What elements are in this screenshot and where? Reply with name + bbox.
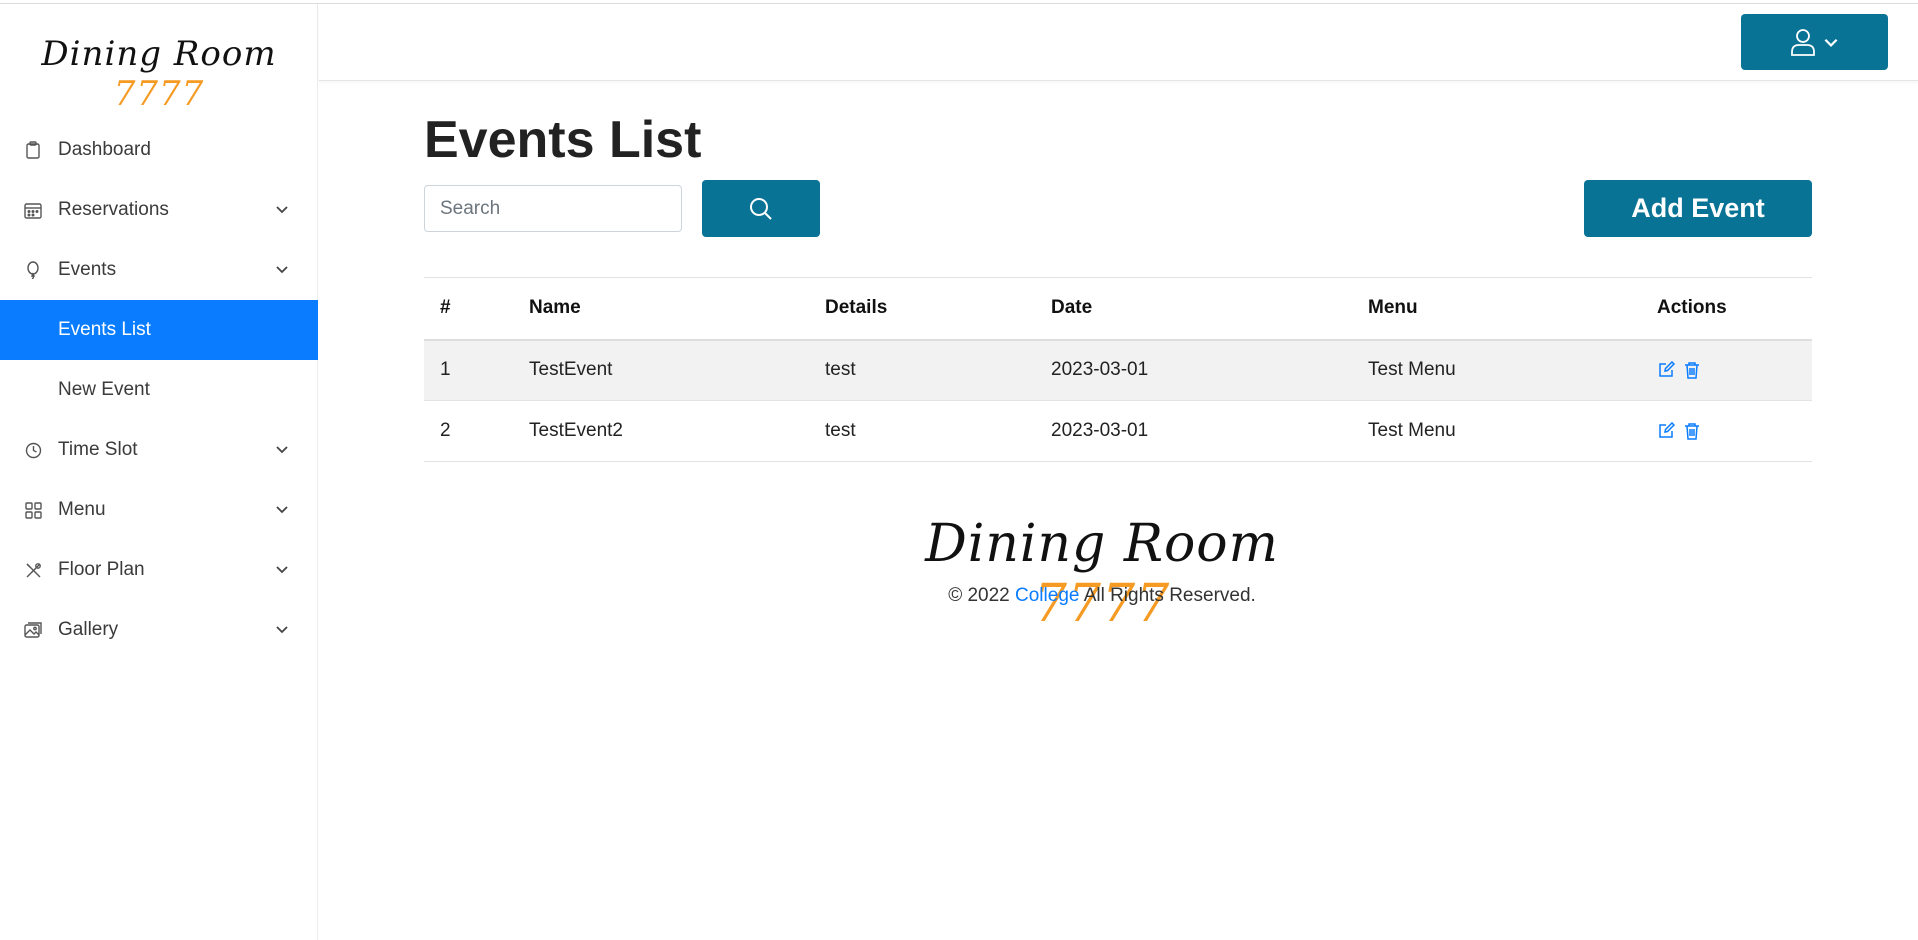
table-row: 2 TestEvent2 test 2023-03-01 Test Menu [424,400,1812,462]
edit-icon[interactable] [1657,361,1675,379]
sidebar-item-label: Menu [58,499,106,520]
sidebar-item-events-list[interactable]: Events List [0,300,318,360]
chevron-down-icon [276,506,288,514]
footer-brand-name: Dining Room [925,514,1279,574]
column-header: Name [529,277,825,341]
sidebar-nav: Dashboard Reservations Events Events Lis… [0,120,318,660]
cell-details: test [825,400,1051,462]
user-icon [1790,29,1815,56]
sidebar-item-events[interactable]: Events [0,240,318,300]
brand-name: Dining Room [41,34,277,74]
cell-num: 2 [424,400,529,462]
sidebar-item-label: Dashboard [58,139,151,160]
copyright-suffix: All Rights Reserved. [1083,585,1256,606]
events-table: # Name Details Date Menu Actions 1 TestE… [424,277,1812,462]
chevron-down-icon [1824,38,1837,47]
add-event-button[interactable]: Add Event [1584,180,1812,237]
clipboard-icon [24,141,42,159]
sidebar-item-label: Events List [58,319,151,340]
column-header: Actions [1657,277,1812,341]
cell-actions [1657,400,1812,462]
sidebar-item-floor-plan[interactable]: Floor Plan [0,540,318,600]
cell-date: 2023-03-01 [1051,400,1368,462]
cell-date: 2023-03-01 [1051,339,1368,401]
trash-icon[interactable] [1683,361,1701,379]
sidebar-item-menu[interactable]: Menu [0,480,318,540]
chevron-down-icon [276,266,288,274]
sidebar-item-gallery[interactable]: Gallery [0,600,318,660]
sidebar-item-new-event[interactable]: New Event [0,360,318,420]
sidebar: Dining Room 7777 Dashboard Reservations … [0,4,318,940]
sidebar-item-label: Time Slot [58,439,138,460]
utensils-icon [24,561,42,579]
images-icon [24,621,42,639]
cell-num: 1 [424,339,529,401]
top-header [319,4,1918,81]
sidebar-item-reservations[interactable]: Reservations [0,180,318,240]
user-menu-button[interactable] [1741,14,1888,70]
column-header: Details [825,277,1051,341]
brand-number: 7777 [113,74,205,114]
chevron-down-icon [276,446,288,454]
cell-menu: Test Menu [1368,400,1657,462]
page-title: Events List [424,111,702,169]
column-header: Menu [1368,277,1657,341]
sidebar-item-label: Floor Plan [58,559,145,580]
search-input[interactable] [424,185,682,232]
sidebar-item-dashboard[interactable]: Dashboard [0,120,318,180]
chevron-down-icon [276,566,288,574]
cell-details: test [825,339,1051,401]
grid-icon [24,501,42,519]
clock-icon [24,441,42,459]
column-header: Date [1051,277,1368,341]
edit-icon[interactable] [1657,422,1675,440]
sidebar-item-time-slot[interactable]: Time Slot [0,420,318,480]
sidebar-item-label: Reservations [58,199,169,220]
sidebar-item-label: New Event [58,379,150,400]
chevron-down-icon [276,206,288,214]
chevron-down-icon [276,626,288,634]
cell-name: TestEvent2 [529,400,825,462]
copyright-prefix: © 2022 [948,585,1010,606]
college-link[interactable]: College [1015,585,1079,606]
table-row: 1 TestEvent test 2023-03-01 Test Menu [424,339,1812,401]
search-icon [750,197,772,220]
cell-name: TestEvent [529,339,825,401]
table-header-row: # Name Details Date Menu Actions [424,277,1812,341]
footer-logo: Dining Room 7777 [900,514,1304,634]
balloon-icon [24,261,42,279]
search-button[interactable] [702,180,820,237]
brand-logo[interactable]: Dining Room 7777 [0,34,318,114]
calendar-icon [24,201,42,219]
cell-menu: Test Menu [1368,339,1657,401]
trash-icon[interactable] [1683,422,1701,440]
column-header: # [424,277,529,341]
sidebar-item-label: Events [58,259,117,280]
cell-actions [1657,339,1812,401]
sidebar-item-label: Gallery [58,619,119,640]
copyright: © 2022 College All Rights Reserved. [860,585,1344,607]
